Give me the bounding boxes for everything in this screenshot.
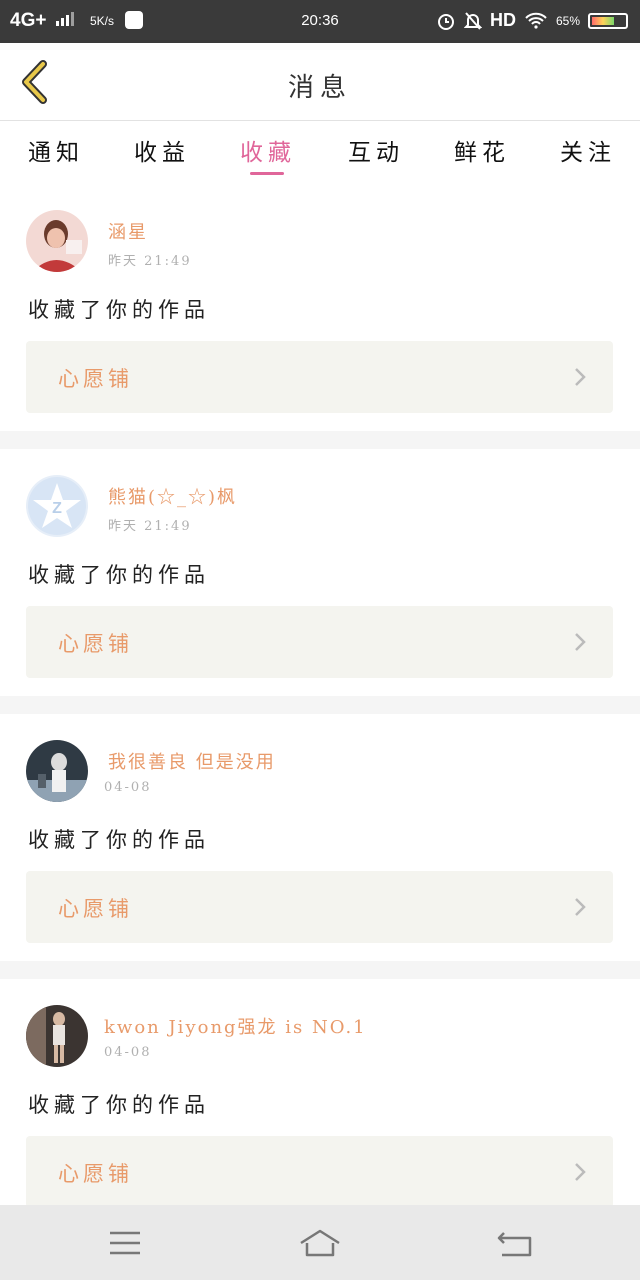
tab-bar: 通知 收益 收藏 互动 鲜花 关注 [0,121,640,183]
active-tab-indicator [250,172,284,175]
avatar[interactable] [26,740,88,802]
username[interactable]: kwon Jiyong强龙 is NO.1 [104,1013,367,1039]
tab-earnings[interactable]: 收益 [134,133,190,167]
action-text: 收藏了你的作品 [28,1093,210,1117]
chevron-right-icon [575,633,586,651]
divider [0,961,640,979]
battery-percent: 65% [555,13,580,28]
tab-interactions[interactable]: 互动 [348,133,404,167]
action-text: 收藏了你的作品 [28,828,210,852]
timestamp: 04-08 [104,1045,152,1060]
divider [0,696,640,714]
tab-notifications[interactable]: 通知 [28,133,84,167]
work-link[interactable]: 心愿铺 [26,341,613,413]
tab-follows[interactable]: 关注 [560,133,616,167]
mute-bell-icon [463,11,482,30]
action-text: 收藏了你的作品 [28,298,210,322]
status-icons: HD 65% [436,10,628,31]
wifi-icon [525,12,547,29]
menu-icon[interactable] [102,1223,148,1263]
divider [0,431,640,449]
username[interactable]: 熊猫(☆_☆)枫 [108,483,237,509]
message-card: kwon Jiyong强龙 is NO.1 04-08 收藏了你的作品 心愿铺 [0,979,640,1208]
action-text: 收藏了你的作品 [28,563,210,587]
work-link[interactable]: 心愿铺 [26,1136,613,1208]
timestamp: 04-08 [104,780,152,795]
avatar[interactable]: Z [26,475,88,537]
status-bar: 4G+ 5K/s 20:36 HD 65% [0,0,640,43]
work-title: 心愿铺 [58,632,133,656]
work-title: 心愿铺 [58,1162,133,1186]
avatar[interactable] [26,210,88,272]
username[interactable]: 我很善良 但是没用 [108,748,276,774]
chevron-right-icon [575,898,586,916]
tab-favorites[interactable]: 收藏 [240,133,296,167]
message-card: 我很善良 但是没用 04-08 收藏了你的作品 心愿铺 [0,714,640,961]
work-title: 心愿铺 [58,367,133,391]
svg-text:Z: Z [52,500,62,517]
tab-flowers[interactable]: 鲜花 [454,133,510,167]
home-icon[interactable] [297,1223,343,1263]
timestamp: 昨天 21:49 [108,254,192,269]
message-card: Z 熊猫(☆_☆)枫 昨天 21:49 收藏了你的作品 心愿铺 [0,449,640,696]
alarm-icon [437,13,454,30]
work-title: 心愿铺 [58,897,133,921]
chevron-right-icon [575,1163,586,1181]
avatar[interactable] [26,1005,88,1067]
username[interactable]: 涵星 [108,218,148,244]
timestamp: 昨天 21:49 [108,519,192,534]
battery-icon [588,12,628,29]
work-link[interactable]: 心愿铺 [26,606,613,678]
chevron-right-icon [575,368,586,386]
message-card: 涵星 昨天 21:49 收藏了你的作品 心愿铺 [0,184,640,431]
hd-indicator: HD [489,10,516,30]
back-icon[interactable] [492,1223,538,1263]
system-nav-bar [0,1205,640,1280]
work-link[interactable]: 心愿铺 [26,871,613,943]
app-header: 消息 [0,43,640,121]
page-title: 消息 [287,73,352,103]
